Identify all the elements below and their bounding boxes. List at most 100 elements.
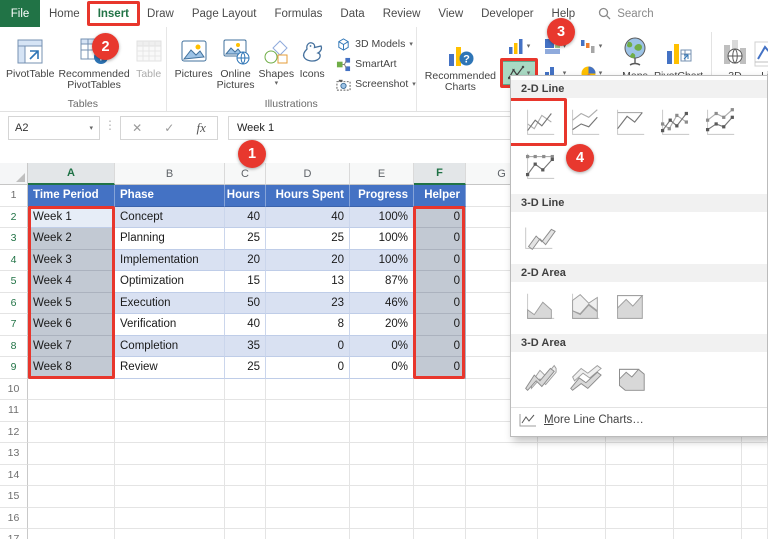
- cell-F14[interactable]: [414, 464, 466, 486]
- cell-A1[interactable]: Time Period: [28, 185, 115, 207]
- tab-review[interactable]: Review: [374, 0, 430, 27]
- icons-button[interactable]: Icons: [298, 30, 326, 80]
- cell-D2[interactable]: 40: [266, 206, 350, 228]
- cell-D15[interactable]: [266, 486, 350, 508]
- 3d-models-button[interactable]: 3D Models ▾: [336, 36, 416, 52]
- cell-B9[interactable]: Review: [115, 357, 225, 379]
- chart-type-three-d-line-icon[interactable]: [519, 217, 559, 257]
- cell-D9[interactable]: 0: [266, 357, 350, 379]
- cell-F16[interactable]: [414, 507, 466, 529]
- chart-type-area-icon[interactable]: [519, 287, 559, 327]
- cell-E13[interactable]: [350, 443, 414, 465]
- cell-D10[interactable]: [266, 378, 350, 400]
- cell-A6[interactable]: Week 5: [28, 292, 115, 314]
- cell-col1114[interactable]: [742, 464, 768, 486]
- cell-col1117[interactable]: [742, 529, 768, 539]
- tab-page-layout[interactable]: Page Layout: [183, 0, 266, 27]
- column-header-A[interactable]: A: [28, 163, 115, 185]
- cell-A13[interactable]: [28, 443, 115, 465]
- cell-D4[interactable]: 20: [266, 249, 350, 271]
- cell-col1014[interactable]: [674, 464, 742, 486]
- pivottable-button[interactable]: PivotTable: [6, 30, 54, 80]
- cell-E5[interactable]: 87%: [350, 271, 414, 293]
- enter-icon[interactable]: ✓: [164, 121, 174, 135]
- cell-E11[interactable]: [350, 400, 414, 422]
- row-header-15[interactable]: 15: [0, 486, 28, 508]
- screenshot-button[interactable]: Screenshot ▾: [336, 76, 416, 92]
- cell-C5[interactable]: 15: [225, 271, 266, 293]
- cell-D12[interactable]: [266, 421, 350, 443]
- chart-type-stacked-line-icon[interactable]: [564, 103, 604, 143]
- cell-A2[interactable]: Week 1: [28, 206, 115, 228]
- cell-col1113[interactable]: [742, 443, 768, 465]
- cell-A8[interactable]: Week 7: [28, 335, 115, 357]
- cell-C2[interactable]: 40: [225, 206, 266, 228]
- cell-B7[interactable]: Verification: [115, 314, 225, 336]
- cell-G15[interactable]: [466, 486, 538, 508]
- row-header-9[interactable]: 9: [0, 357, 28, 379]
- row-header-13[interactable]: 13: [0, 443, 28, 465]
- cell-F1[interactable]: Helper: [414, 185, 466, 207]
- cell-E7[interactable]: 20%: [350, 314, 414, 336]
- cell-col913[interactable]: [606, 443, 674, 465]
- cell-D6[interactable]: 23: [266, 292, 350, 314]
- chart-type-hundred-stacked-line-markers-icon[interactable]: [519, 147, 559, 187]
- cell-D7[interactable]: 8: [266, 314, 350, 336]
- cell-B1[interactable]: Phase: [115, 185, 225, 207]
- cell-B6[interactable]: Execution: [115, 292, 225, 314]
- cell-B17[interactable]: [115, 529, 225, 539]
- name-box[interactable]: A2 ▾: [8, 116, 100, 140]
- cell-A9[interactable]: Week 8: [28, 357, 115, 379]
- chart-type-stacked-area-icon[interactable]: [564, 287, 604, 327]
- cell-A14[interactable]: [28, 464, 115, 486]
- row-header-16[interactable]: 16: [0, 507, 28, 529]
- cell-F6[interactable]: 0: [414, 292, 466, 314]
- cell-F11[interactable]: [414, 400, 466, 422]
- cell-F17[interactable]: [414, 529, 466, 539]
- ribbon-search[interactable]: Search: [598, 0, 654, 27]
- chart-type-line-markers-icon[interactable]: [654, 103, 694, 143]
- cell-C12[interactable]: [225, 421, 266, 443]
- chart-type-three-d-hundred-area-icon[interactable]: [609, 357, 649, 397]
- pictures-button[interactable]: Pictures: [175, 30, 213, 80]
- cell-D1[interactable]: Hours Spent: [266, 185, 350, 207]
- cell-F3[interactable]: 0: [414, 228, 466, 250]
- cell-F2[interactable]: 0: [414, 206, 466, 228]
- row-header-1[interactable]: 1: [0, 185, 28, 207]
- row-header-3[interactable]: 3: [0, 228, 28, 250]
- cell-D16[interactable]: [266, 507, 350, 529]
- cell-C6[interactable]: 50: [225, 292, 266, 314]
- cell-C7[interactable]: 40: [225, 314, 266, 336]
- insert-waterfall-chart-button[interactable]: ▾: [574, 34, 608, 58]
- cell-A3[interactable]: Week 2: [28, 228, 115, 250]
- cell-D3[interactable]: 25: [266, 228, 350, 250]
- cell-E14[interactable]: [350, 464, 414, 486]
- cell-col1116[interactable]: [742, 507, 768, 529]
- cell-C8[interactable]: 35: [225, 335, 266, 357]
- tab-home[interactable]: Home: [40, 0, 89, 27]
- cell-C4[interactable]: 20: [225, 249, 266, 271]
- column-header-E[interactable]: E: [350, 163, 414, 185]
- cell-F5[interactable]: 0: [414, 271, 466, 293]
- cell-C3[interactable]: 25: [225, 228, 266, 250]
- cell-B15[interactable]: [115, 486, 225, 508]
- cell-B10[interactable]: [115, 378, 225, 400]
- cell-col915[interactable]: [606, 486, 674, 508]
- cell-A15[interactable]: [28, 486, 115, 508]
- cell-A12[interactable]: [28, 421, 115, 443]
- cell-A7[interactable]: Week 6: [28, 314, 115, 336]
- cell-F7[interactable]: 0: [414, 314, 466, 336]
- tab-data[interactable]: Data: [331, 0, 373, 27]
- cell-col814[interactable]: [538, 464, 606, 486]
- tab-insert[interactable]: Insert: [86, 0, 141, 27]
- cell-B14[interactable]: [115, 464, 225, 486]
- cell-A4[interactable]: Week 3: [28, 249, 115, 271]
- cell-B4[interactable]: Implementation: [115, 249, 225, 271]
- more-line-charts-item[interactable]: More Line Charts…: [511, 407, 767, 432]
- row-header-2[interactable]: 2: [0, 206, 28, 228]
- cell-col1015[interactable]: [674, 486, 742, 508]
- cell-F8[interactable]: 0: [414, 335, 466, 357]
- cell-col815[interactable]: [538, 486, 606, 508]
- cell-F4[interactable]: 0: [414, 249, 466, 271]
- select-all-corner[interactable]: [0, 163, 28, 185]
